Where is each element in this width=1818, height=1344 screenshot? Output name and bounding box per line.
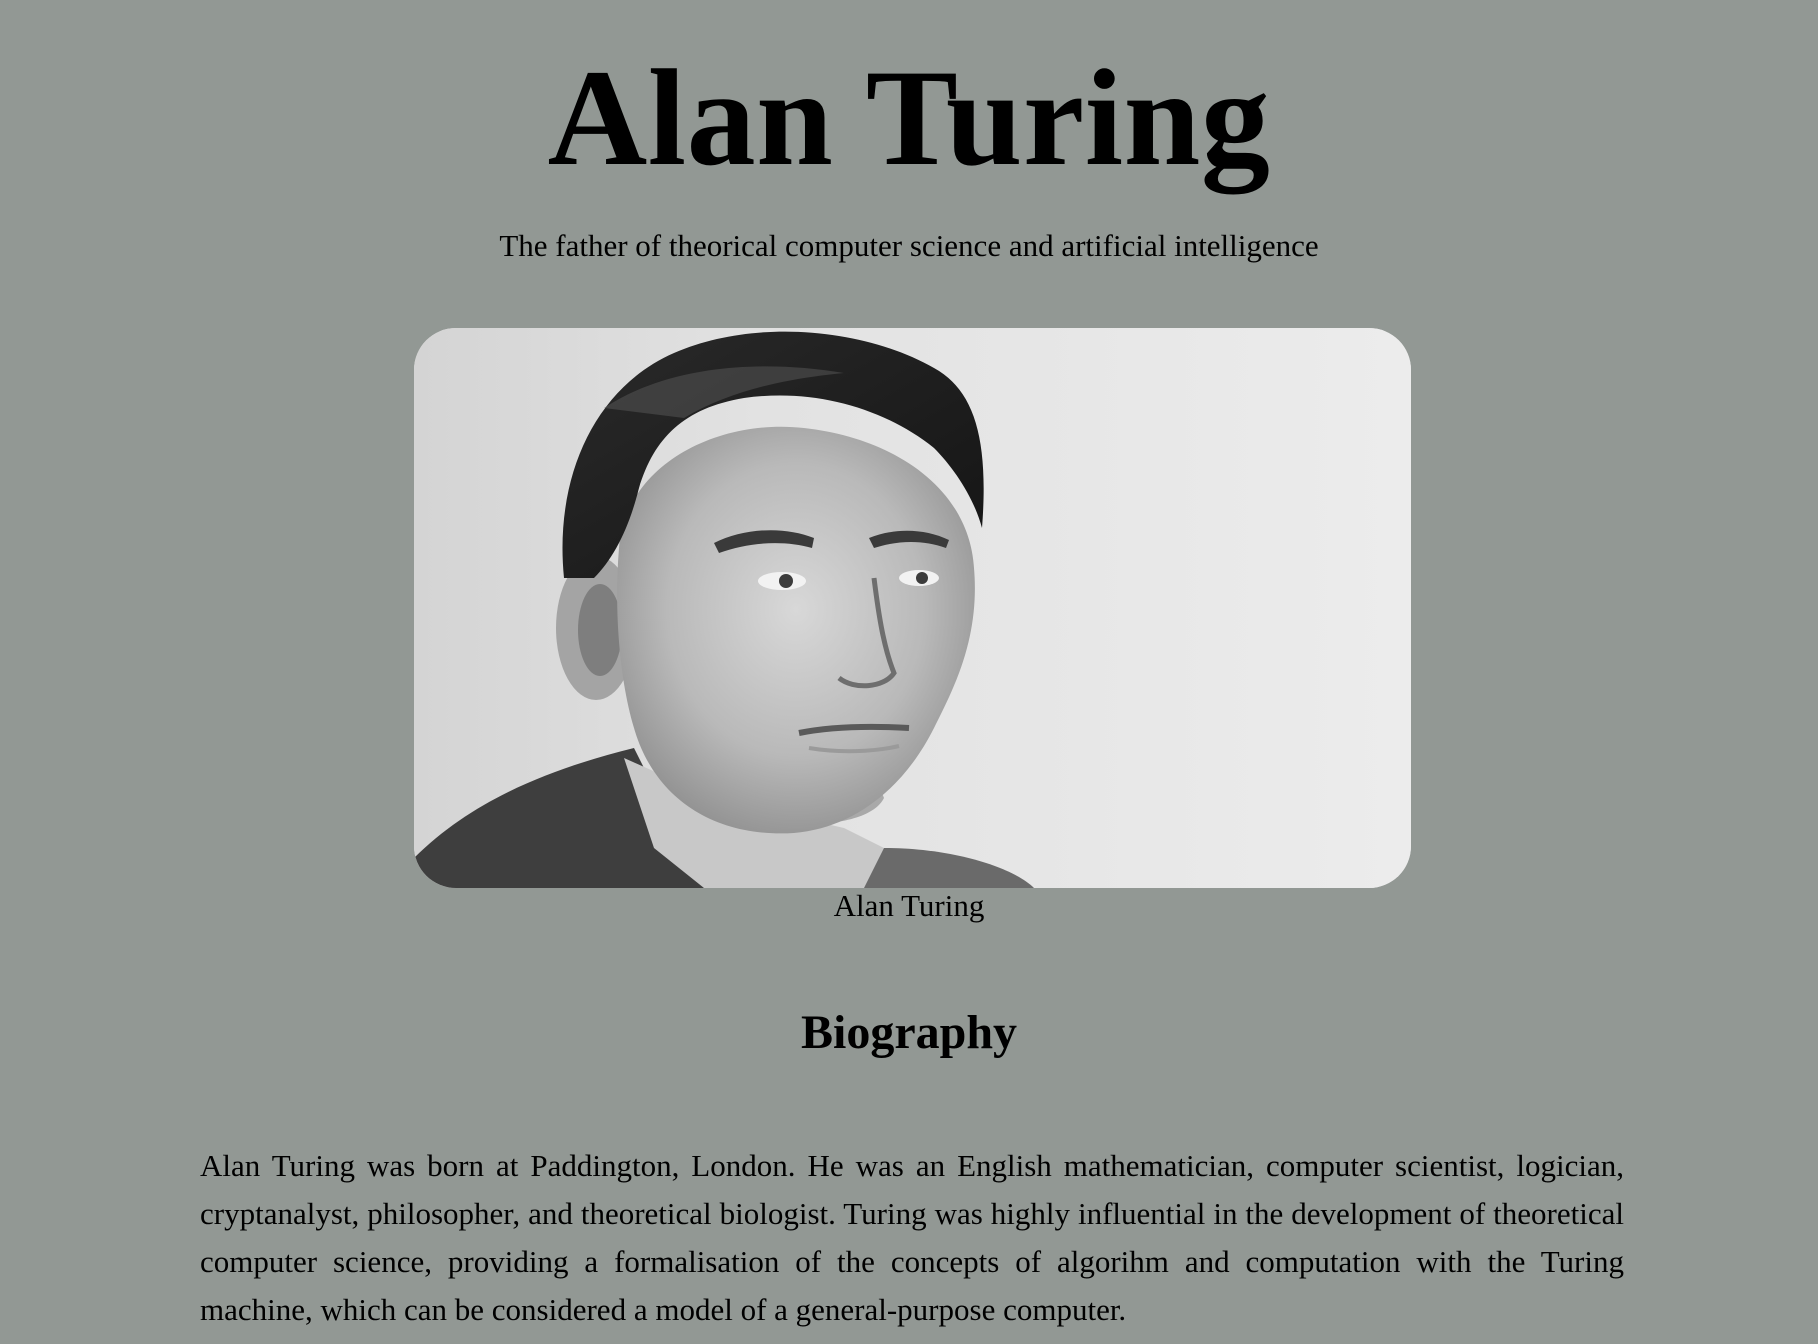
portrait-figure (414, 328, 1411, 888)
figure-caption: Alan Turing (833, 888, 985, 923)
biography-text: Alan Turing was born at Paddington, Lond… (200, 1148, 1624, 1327)
page-subtitle: The father of theorical computer science… (499, 228, 1319, 263)
biography-heading: Biography (800, 1006, 1018, 1059)
portrait-photo (414, 328, 1411, 888)
page: Alan Turing The father of theorical comp… (0, 0, 1818, 1344)
page-title: Alan Turing (547, 41, 1271, 194)
